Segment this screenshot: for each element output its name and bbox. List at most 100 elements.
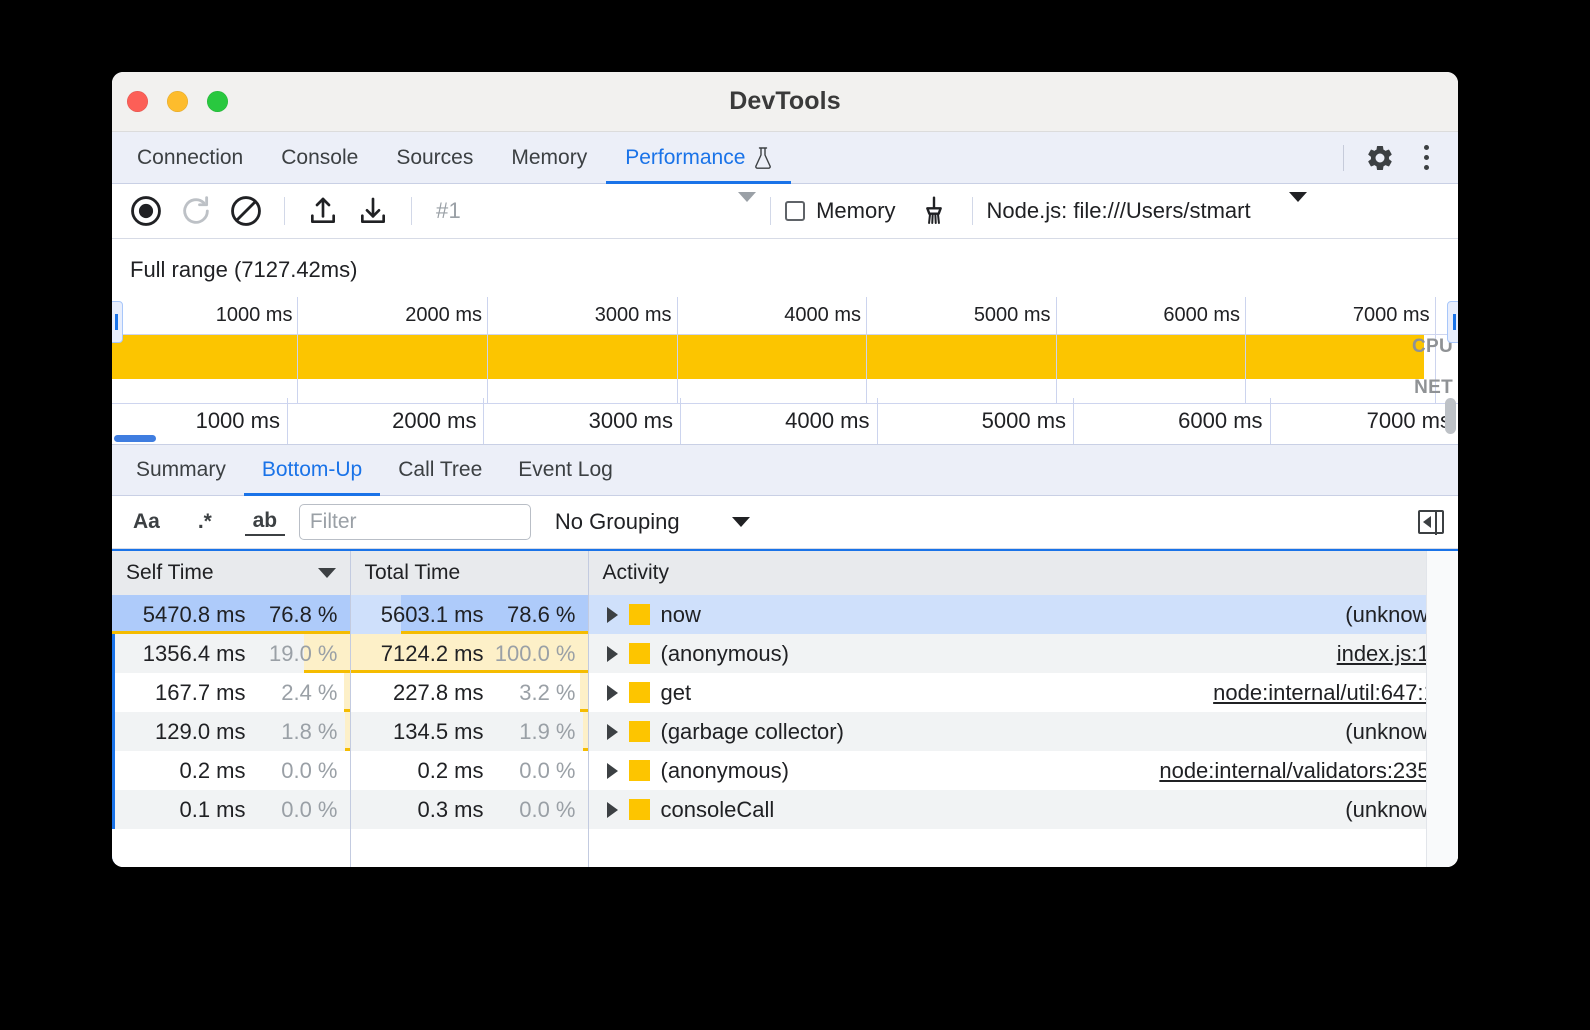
gear-icon [1365,143,1395,173]
reload-and-record-button[interactable] [172,189,220,233]
ruler-tick-label: 7000 ms [1353,304,1430,327]
download-icon [357,195,389,227]
activity-source-link[interactable]: node:internal/validators:235:3 [1159,758,1448,784]
column-header-total-time[interactable]: Total Time [350,551,588,595]
ruler-tick-label: 2000 ms [392,408,476,434]
table-row[interactable]: 129.0 ms 1.8 % 134.5 ms 1.9 % [112,712,1458,751]
ruler-tick-label: 7000 ms [1367,408,1451,434]
table-row[interactable]: 0.2 ms 0.0 % 0.2 ms 0.0 % [112,751,1458,790]
ruler-tick-label: 5000 ms [974,304,1051,327]
memory-checkbox[interactable] [785,201,805,221]
cell-self-time: 0.1 ms 0.0 % [112,790,350,829]
tab-console[interactable]: Console [262,132,377,183]
table-row[interactable]: 5470.8 ms 76.8 % 5603.1 ms 78.6 % [112,595,1458,634]
cell-self-time: 129.0 ms 1.8 % [112,712,350,751]
category-color-swatch [629,799,650,820]
cell-total-time: 227.8 ms 3.2 % [350,673,588,712]
tab-bottom-up[interactable]: Bottom-Up [244,445,380,495]
table-filler-row [112,829,1458,867]
tab-event-log[interactable]: Event Log [500,445,631,495]
tabbar-divider [1343,145,1344,171]
column-header-activity[interactable]: Activity [588,551,1458,595]
upload-icon [307,195,339,227]
expand-arrow-icon[interactable] [607,763,618,779]
activity-name: get [661,680,692,706]
cell-activity: get node:internal/util:647:17 [588,673,1458,712]
ruler-tick-label: 6000 ms [1178,408,1262,434]
cell-activity: consoleCall (unknown) [588,790,1458,829]
column-header-total-time-label: Total Time [365,561,461,584]
self-time-pct: 19.0 % [246,641,338,667]
sidebar-toggle-icon [1418,510,1444,534]
tab-summary-label: Summary [136,458,226,482]
net-track[interactable]: NET [112,379,1458,404]
table-row[interactable]: 1356.4 ms 19.0 % 7124.2 ms 100.0 % [112,634,1458,673]
tab-connection-label: Connection [137,146,243,170]
flamechart-vertical-scrollbar[interactable] [1445,398,1456,434]
overview-range-handle-left[interactable] [112,301,123,343]
activity-name: now [661,602,701,628]
collect-garbage-button[interactable] [910,189,958,233]
load-profile-button[interactable] [299,189,347,233]
activity-source-link[interactable]: node:internal/util:647:17 [1213,680,1448,706]
target-dropdown-button[interactable] [1289,202,1307,220]
total-time-bar [583,712,588,751]
tab-connection[interactable]: Connection [118,132,262,183]
total-time-pct: 0.0 % [484,758,576,784]
match-case-icon[interactable]: Aa [126,504,167,540]
sidebar-toggle-button[interactable] [1418,510,1444,534]
self-time-ms: 1356.4 ms [143,641,246,667]
details-filter-bar: Aa .* ab No Grouping [112,496,1458,549]
filter-input[interactable] [299,504,531,540]
clear-recording-button[interactable] [222,189,270,233]
expand-arrow-icon[interactable] [607,802,618,818]
memory-checkbox-group[interactable]: Memory [785,198,895,224]
tab-performance[interactable]: Performance [606,132,791,183]
settings-button[interactable] [1360,138,1400,178]
self-time-pct: 0.0 % [246,758,338,784]
whole-word-icon[interactable]: ab [245,508,285,536]
save-profile-button[interactable] [349,189,397,233]
self-time-bar [345,712,349,751]
flamechart-horizontal-scrollbar[interactable] [114,435,156,442]
tab-sources[interactable]: Sources [377,132,492,183]
expand-arrow-icon[interactable] [607,685,618,701]
record-button[interactable] [122,189,170,233]
tab-summary[interactable]: Summary [118,445,244,495]
self-time-ms: 0.2 ms [179,758,245,784]
expand-arrow-icon[interactable] [607,607,618,623]
window-title: DevTools [112,87,1458,116]
cell-activity: (anonymous) index.js:1:1 [588,634,1458,673]
tab-memory[interactable]: Memory [492,132,606,183]
details-tabbar: Summary Bottom-Up Call Tree Event Log [112,444,1458,496]
toolbar-divider-3 [770,197,771,225]
column-header-self-time-label: Self Time [126,561,214,584]
toolbar-divider-2 [411,197,412,225]
table-row[interactable]: 0.1 ms 0.0 % 0.3 ms 0.0 % [112,790,1458,829]
chevron-down-icon [738,192,756,219]
table-row[interactable]: 167.7 ms 2.4 % 227.8 ms 3.2 % [112,673,1458,712]
more-options-button[interactable] [1406,138,1446,178]
expand-arrow-icon[interactable] [607,646,618,662]
ruler-tick-label: 4000 ms [785,408,869,434]
cpu-track[interactable]: CPU [112,335,1458,379]
total-time-ms: 0.3 ms [417,797,483,823]
total-time-ms: 7124.2 ms [381,641,484,667]
cell-activity: (garbage collector) (unknown) [588,712,1458,751]
target-label: Node.js: file:///Users/stmart [987,198,1251,224]
grouping-dropdown[interactable]: No Grouping [555,509,750,535]
overview-range-handle-right[interactable] [1447,301,1458,343]
table-body: 5470.8 ms 76.8 % 5603.1 ms 78.6 % [112,595,1458,867]
kebab-menu-icon [1424,145,1429,170]
chevron-down-icon [1289,192,1307,219]
tab-call-tree[interactable]: Call Tree [380,445,500,495]
regex-icon[interactable]: .* [185,504,225,540]
total-time-ms: 227.8 ms [393,680,484,706]
session-dropdown-button[interactable] [738,202,756,220]
tabbar-actions [1343,132,1458,183]
column-header-self-time[interactable]: Self Time [112,551,350,595]
total-time-pct: 100.0 % [484,641,576,667]
devtools-window: DevTools Connection Console Sources Memo… [112,72,1458,867]
expand-arrow-icon[interactable] [607,724,618,740]
category-color-swatch [629,643,650,664]
